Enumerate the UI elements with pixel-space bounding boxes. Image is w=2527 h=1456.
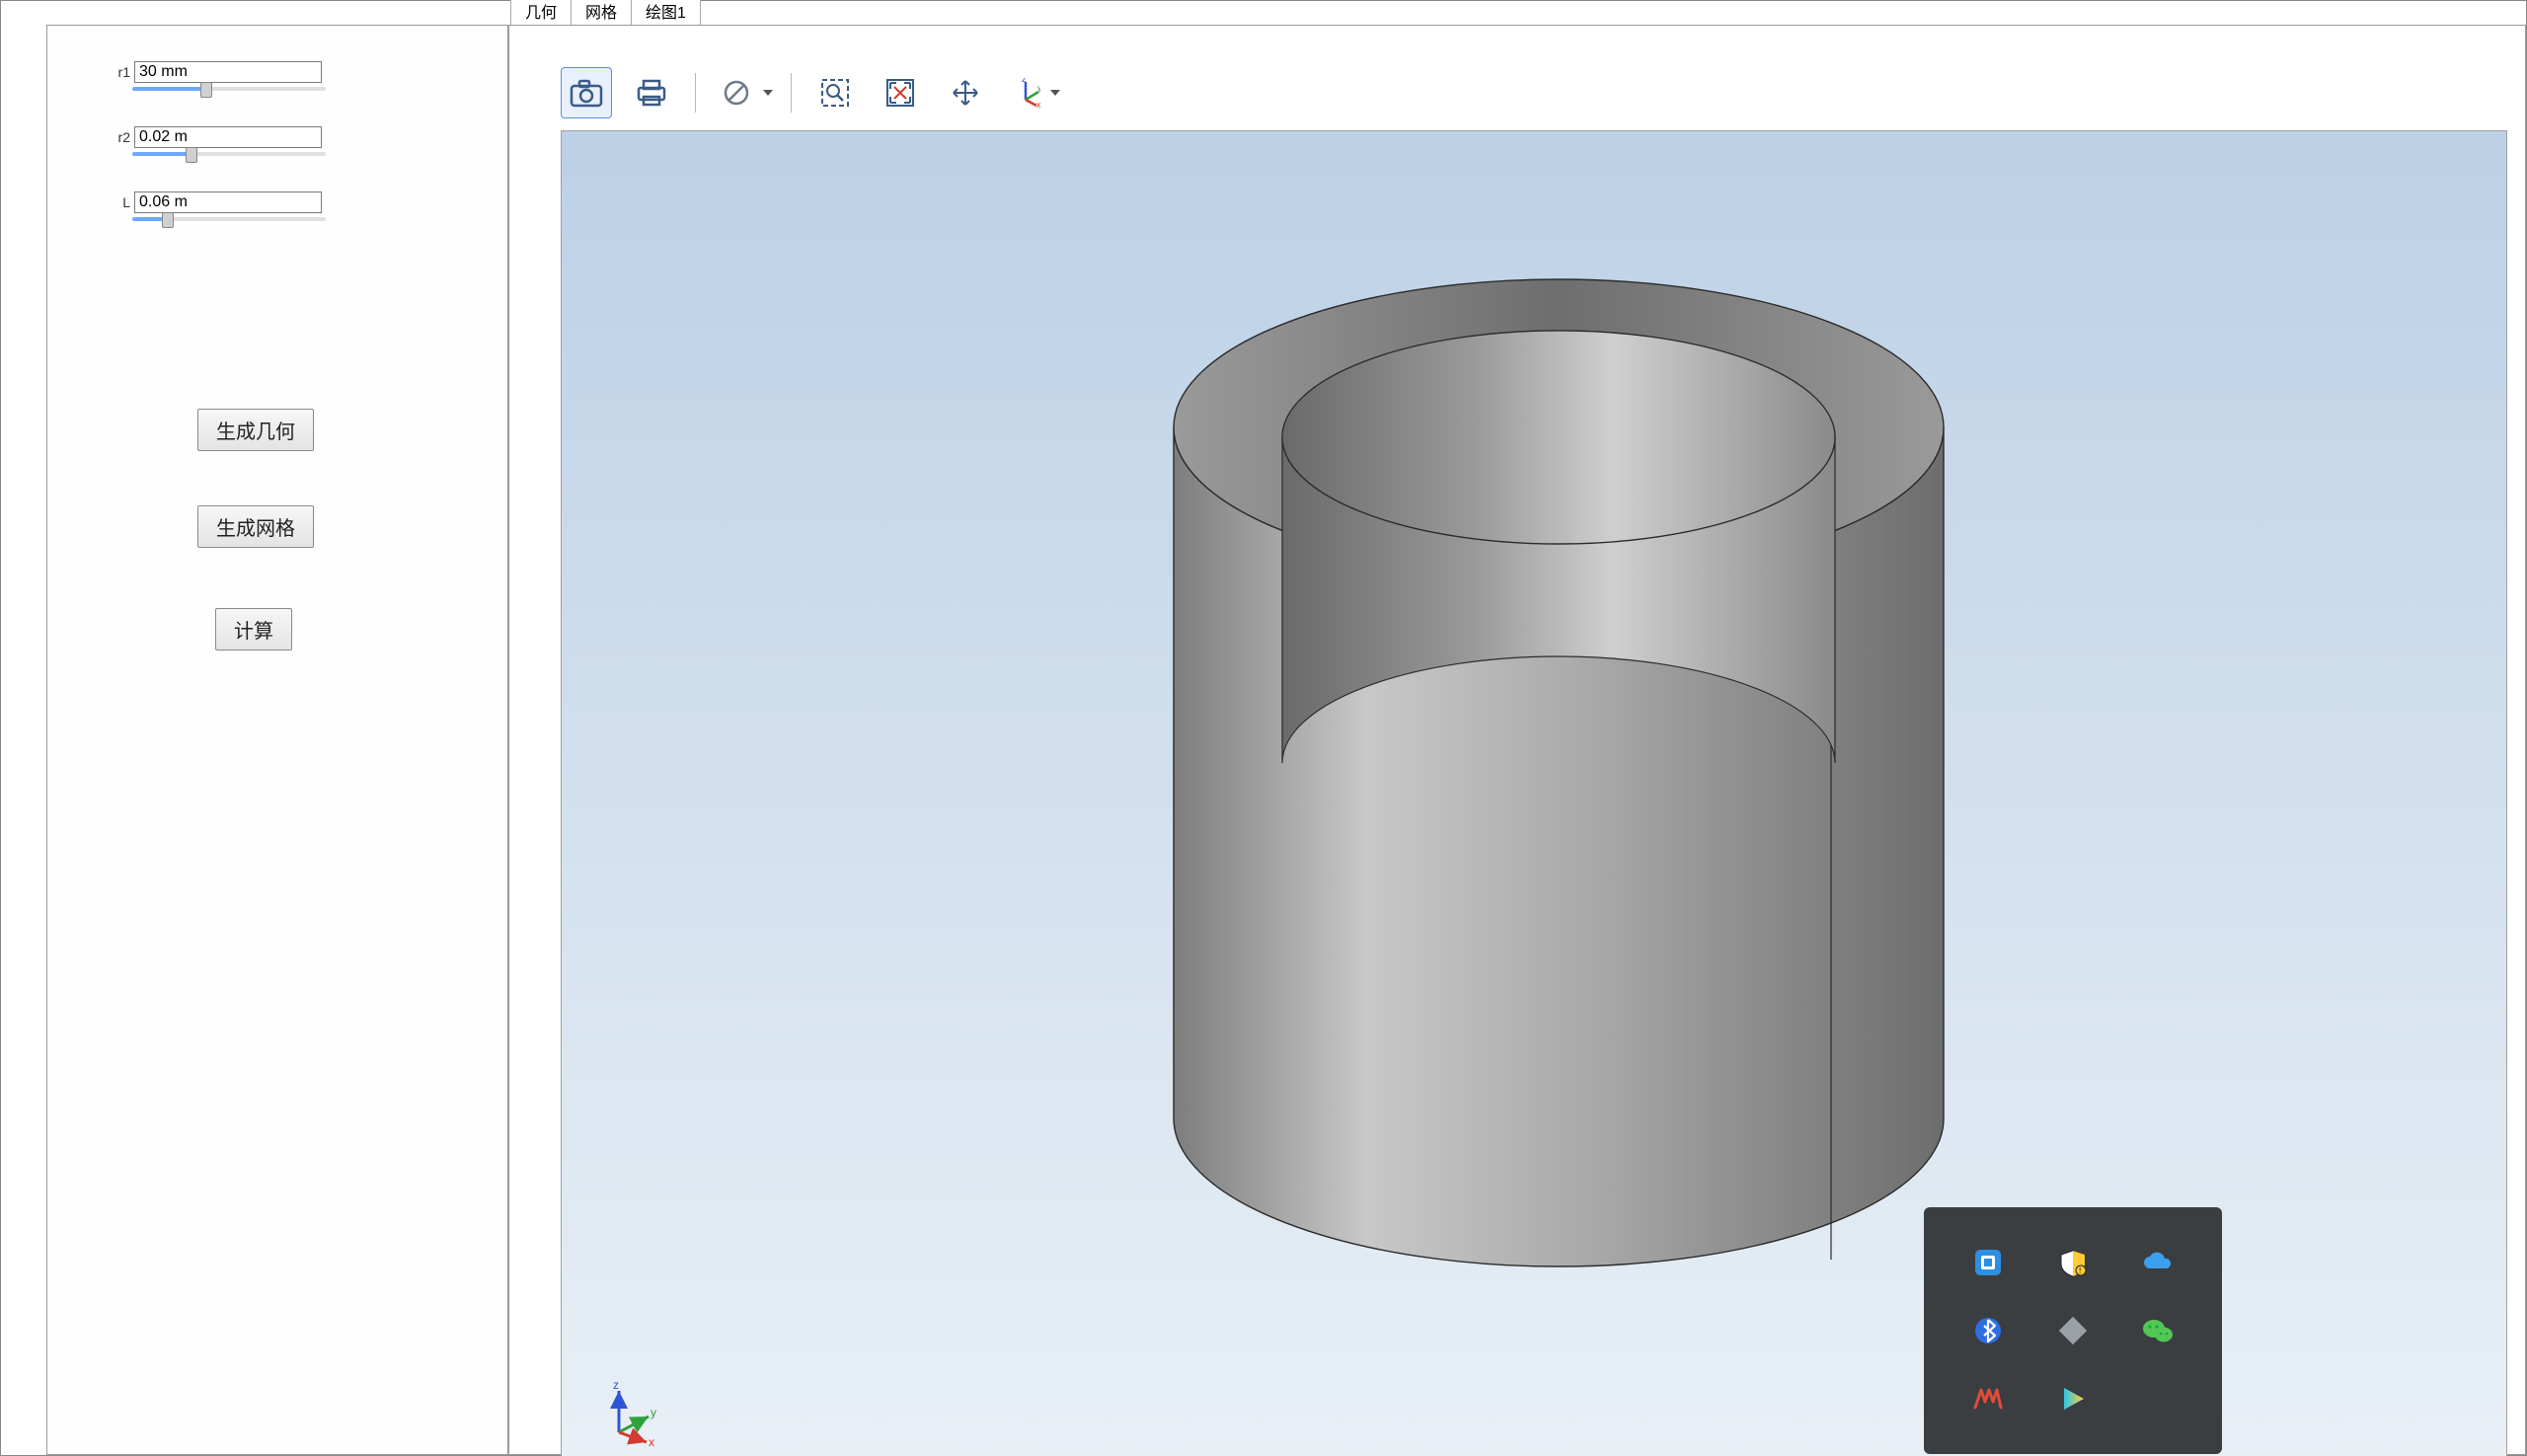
zoom-extents-button[interactable]	[875, 67, 926, 118]
svg-text:z: z	[1022, 78, 1027, 84]
camera-icon	[570, 78, 603, 108]
diamond-icon[interactable]	[2056, 1314, 2090, 1347]
no-light-icon	[722, 78, 751, 108]
chevron-down-icon[interactable]	[1050, 90, 1060, 96]
bluetooth-icon[interactable]	[1971, 1314, 2005, 1347]
parameter-panel: r1 r2 L 生成几何 生成网格 计算	[46, 25, 508, 1455]
param-slider-L[interactable]	[132, 217, 326, 221]
view-axes-button[interactable]: z y x	[1005, 67, 1046, 118]
param-input-r1[interactable]	[134, 61, 322, 83]
graphics-toolbar: z y x	[561, 61, 1060, 124]
param-label-r1: r1	[105, 64, 134, 80]
param-row-r2: r2	[105, 126, 322, 148]
wechat-icon[interactable]	[2141, 1314, 2175, 1347]
axis-label-y: y	[651, 1406, 656, 1419]
param-slider-r1[interactable]	[132, 87, 326, 91]
svg-text:y: y	[1037, 83, 1040, 93]
param-input-L[interactable]	[134, 192, 322, 213]
zoom-extents-icon	[884, 77, 916, 109]
chevron-down-icon[interactable]	[763, 90, 773, 96]
view-tabstrip: 几何 网格 绘图1	[510, 1, 700, 25]
tab-geometry[interactable]: 几何	[510, 0, 572, 25]
tab-mesh[interactable]: 网格	[571, 0, 632, 25]
media-player-icon[interactable]	[2056, 1382, 2090, 1416]
toolbar-separator	[695, 73, 696, 113]
zoom-box-icon	[819, 77, 851, 109]
security-shield-icon[interactable]: !	[2056, 1246, 2090, 1279]
param-slider-r2[interactable]	[132, 152, 326, 156]
param-label-L: L	[105, 194, 134, 210]
compute-button[interactable]: 计算	[215, 608, 292, 651]
app-store-icon[interactable]	[1971, 1246, 2005, 1279]
svg-text:x: x	[1036, 100, 1040, 108]
axis-label-z: z	[613, 1378, 619, 1392]
print-button[interactable]	[626, 67, 677, 118]
xyz-axes-icon: z y x	[1011, 78, 1040, 108]
graphics-panel: z y x	[508, 25, 2526, 1455]
wps-icon[interactable]	[1971, 1382, 2005, 1416]
param-row-L: L	[105, 192, 322, 213]
reset-view-button[interactable]	[940, 67, 991, 118]
screenshot-button[interactable]	[561, 67, 612, 118]
toolbar-separator	[791, 73, 792, 113]
system-tray-popup: !	[1924, 1207, 2222, 1454]
printer-icon	[635, 78, 668, 108]
reset-view-icon	[950, 77, 981, 109]
param-input-r2[interactable]	[134, 126, 322, 148]
build-mesh-button[interactable]: 生成网格	[197, 505, 314, 548]
tray-empty-slot	[2141, 1382, 2175, 1416]
orientation-triad: z y x	[599, 1377, 668, 1446]
param-label-r2: r2	[105, 129, 134, 145]
zoom-box-button[interactable]	[809, 67, 861, 118]
scene-light-button[interactable]	[714, 67, 759, 118]
cloud-sync-icon[interactable]	[2141, 1246, 2175, 1279]
build-geometry-button[interactable]: 生成几何	[197, 409, 314, 451]
svg-text:!: !	[2079, 1266, 2081, 1275]
param-row-r1: r1	[105, 61, 322, 83]
tab-plot[interactable]: 绘图1	[631, 0, 701, 25]
axis-label-x: x	[649, 1435, 654, 1446]
